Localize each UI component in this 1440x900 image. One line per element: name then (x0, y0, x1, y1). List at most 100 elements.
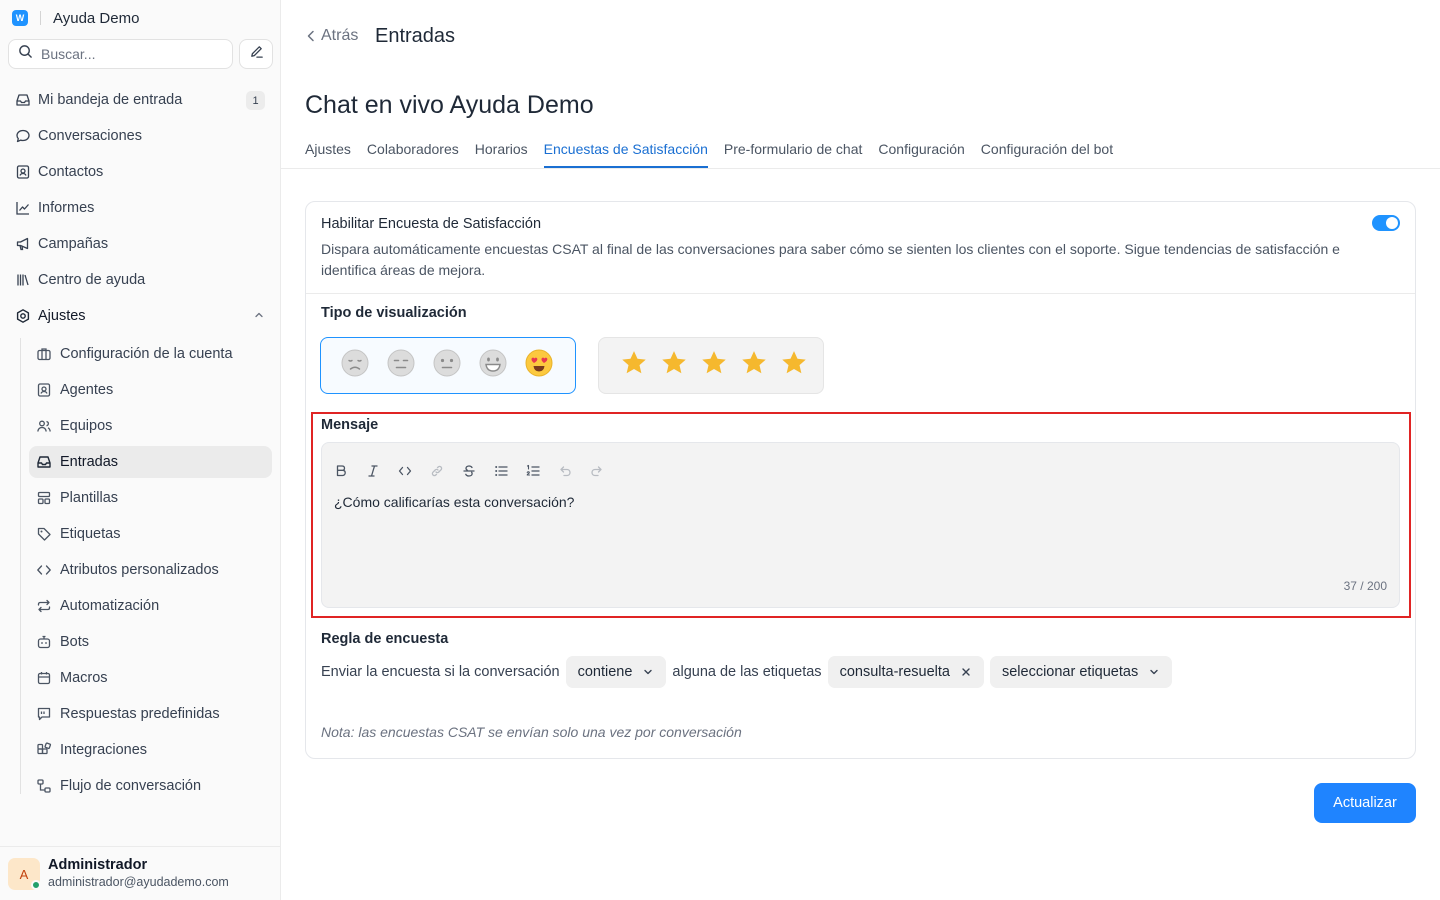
tab-business-hours[interactable]: Horarios (475, 133, 528, 168)
sidebar-item-contacts[interactable]: Contactos (8, 156, 273, 188)
line-chart-icon (15, 200, 31, 216)
chevron-down-icon (642, 666, 654, 678)
users-icon (36, 418, 52, 434)
strikethrough-icon[interactable] (460, 461, 492, 481)
compose-button[interactable] (239, 39, 273, 69)
code-icon[interactable] (396, 461, 428, 481)
inbox-settings-tabs: Ajustes Colaboradores Horarios Encuestas… (305, 133, 1129, 168)
sidebar-item-help-center[interactable]: Centro de ayuda (8, 264, 273, 296)
sidebar-item-label: Entradas (60, 454, 119, 470)
tab-pre-chat-form[interactable]: Pre-formulario de chat (724, 133, 863, 168)
close-icon[interactable] (960, 666, 972, 678)
display-type-emoji-option[interactable] (320, 337, 576, 394)
brand-logo: W (12, 10, 28, 26)
flow-icon (36, 778, 52, 794)
tab-collaborators[interactable]: Colaboradores (367, 133, 459, 168)
message-editor[interactable]: ¿Cómo calificarías esta conversación? 37… (321, 442, 1400, 608)
settings-tree-line (20, 338, 21, 794)
csat-enable-description: Dispara automáticamente encuestas CSAT a… (321, 241, 1340, 278)
sidebar-item-label: Flujo de conversación (60, 778, 202, 794)
sidebar-item-canned-responses[interactable]: Respuestas predefinidas (29, 698, 272, 730)
sidebar-item-custom-attributes[interactable]: Atributos personalizados (29, 554, 272, 586)
sidebar-item-label: Informes (38, 200, 95, 216)
repeat-icon (36, 598, 52, 614)
user-name: Administrador (48, 857, 148, 873)
survey-rule-label: Regla de encuesta (321, 631, 449, 647)
sidebar-item-labels[interactable]: Etiquetas (29, 518, 272, 550)
tab-settings[interactable]: Ajustes (305, 133, 351, 168)
emoji-neutral-icon (432, 348, 462, 383)
sidebar: W Ayuda Demo Mi bandeja de entrada 1 Con… (0, 0, 281, 900)
sidebar-item-label: Conversaciones (38, 128, 142, 144)
italic-icon[interactable] (364, 461, 396, 481)
bullet-list-icon[interactable] (492, 461, 524, 481)
account-name[interactable]: Ayuda Demo (53, 10, 139, 27)
sidebar-item-settings[interactable]: Ajustes (8, 300, 273, 332)
sidebar-item-automation[interactable]: Automatización (29, 590, 272, 622)
sidebar-item-agents[interactable]: Agentes (29, 374, 272, 406)
sidebar-item-inboxes[interactable]: Entradas (29, 446, 272, 478)
sidebar-item-label: Agentes (60, 382, 114, 398)
sidebar-item-teams[interactable]: Equipos (29, 410, 272, 442)
csat-enable-title: Habilitar Encuesta de Satisfacción (321, 216, 542, 232)
tabs-divider (281, 168, 1440, 169)
csat-enable-toggle[interactable] (1372, 215, 1400, 231)
rule-middle-text: alguna de las etiquetas (672, 663, 822, 680)
update-button[interactable]: Actualizar (1314, 783, 1416, 823)
ordered-list-icon[interactable] (524, 461, 556, 481)
search-icon (18, 44, 33, 64)
bot-icon (36, 634, 52, 650)
quick-reply-icon (36, 706, 52, 722)
sidebar-item-integrations[interactable]: Integraciones (29, 734, 272, 766)
sidebar-item-macros[interactable]: Macros (29, 662, 272, 694)
chevron-down-icon (1148, 666, 1160, 678)
sidebar-item-reports[interactable]: Informes (8, 192, 273, 224)
sidebar-item-label: Campañas (38, 236, 109, 252)
csat-note: Nota: las encuestas CSAT se envían solo … (321, 724, 742, 740)
link-icon[interactable] (428, 461, 460, 481)
online-status-dot (31, 880, 41, 890)
sidebar-item-account-settings[interactable]: Configuración de la cuenta (29, 338, 272, 370)
sidebar-item-conversation-flow[interactable]: Flujo de conversación (29, 770, 272, 802)
sidebar-item-label: Respuestas predefinidas (60, 706, 220, 722)
rule-operator-value: contiene (577, 663, 633, 680)
sidebar-item-campaigns[interactable]: Campañas (8, 228, 273, 260)
chevron-up-icon[interactable] (253, 309, 265, 325)
message-text[interactable]: ¿Cómo calificarías esta conversación? (334, 494, 574, 510)
sidebar-item-label: Centro de ayuda (38, 272, 146, 288)
rule-operator-select[interactable]: contiene (565, 655, 667, 688)
code-icon (36, 562, 52, 578)
tag-select-dropdown[interactable]: seleccionar etiquetas (989, 655, 1173, 688)
emoji-disappointed-icon (340, 348, 370, 383)
chevron-left-icon (305, 29, 317, 43)
inbox-icon (15, 92, 31, 108)
tab-configuration[interactable]: Configuración (878, 133, 964, 168)
character-counter: 37 / 200 (1343, 579, 1387, 593)
sidebar-item-label: Plantillas (60, 490, 119, 506)
tag-select-placeholder: seleccionar etiquetas (1001, 663, 1139, 680)
user-menu[interactable]: A Administrador administrador@ayudademo.… (0, 846, 280, 900)
redo-icon[interactable] (588, 461, 620, 481)
sidebar-item-label: Bots (60, 634, 90, 650)
tab-csat[interactable]: Encuestas de Satisfacción (543, 133, 709, 168)
undo-icon[interactable] (556, 461, 588, 481)
search-input[interactable] (41, 46, 221, 62)
sidebar-item-label: Equipos (60, 418, 113, 434)
tab-bot-configuration[interactable]: Configuración del bot (981, 133, 1113, 168)
user-email: administrador@ayudademo.com (48, 875, 229, 889)
sidebar-item-bots[interactable]: Bots (29, 626, 272, 658)
display-type-stars-option[interactable] (598, 337, 824, 394)
sidebar-item-label: Macros (60, 670, 108, 686)
sidebar-item-templates[interactable]: Plantillas (29, 482, 272, 514)
main-content: Atrás Entradas Chat en vivo Ayuda Demo A… (281, 0, 1440, 900)
section-divider (306, 293, 1415, 294)
star-icon (659, 348, 689, 383)
calendar-icon (36, 670, 52, 686)
bold-icon[interactable] (332, 461, 364, 481)
sidebar-item-conversations[interactable]: Conversaciones (8, 120, 273, 152)
star-icon (699, 348, 729, 383)
back-button[interactable]: Atrás (305, 27, 358, 45)
sidebar-item-label: Contactos (38, 164, 104, 180)
sidebar-item-my-inbox[interactable]: Mi bandeja de entrada 1 (8, 84, 273, 116)
contact-card-icon (15, 164, 31, 180)
